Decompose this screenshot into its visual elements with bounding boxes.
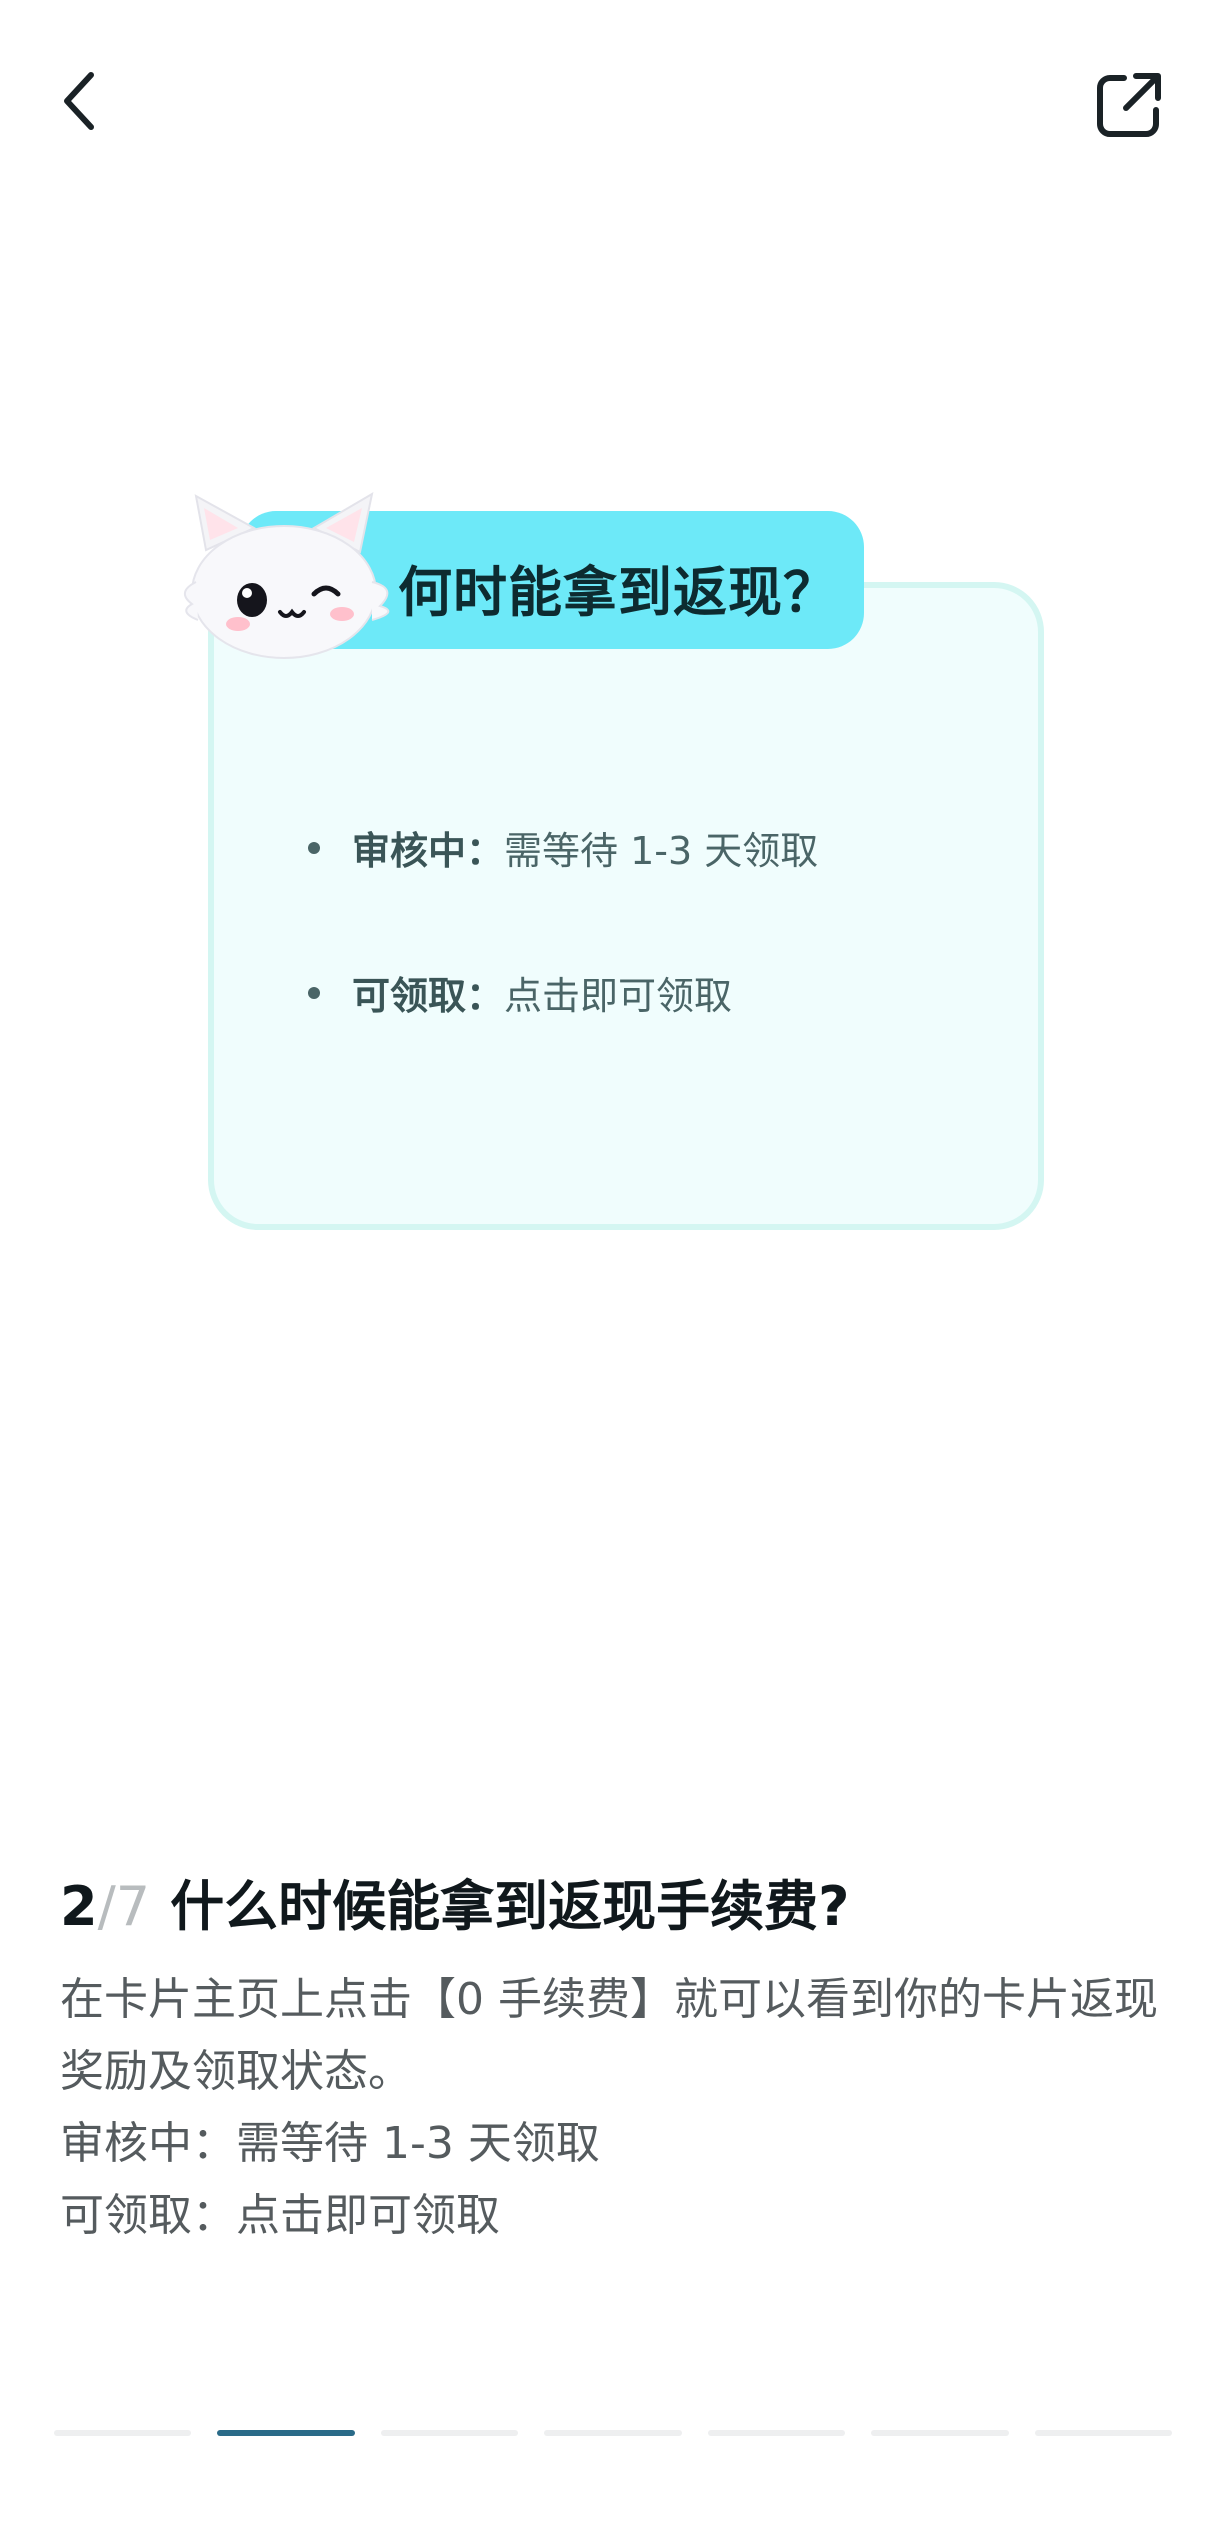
progress-segment[interactable] (544, 2430, 682, 2436)
step-total: /7 (97, 1875, 151, 1938)
description-line: 在卡片主页上点击【0 手续费】就可以看到你的卡片返现奖励及领取状态。 (60, 1974, 1158, 2097)
bullet-dot (308, 986, 320, 999)
description: 在卡片主页上点击【0 手续费】就可以看到你的卡片返现奖励及领取状态。 审核中：需… (60, 1964, 1170, 2252)
card-item-label: 可领取： (352, 974, 505, 1018)
progress-segment[interactable] (871, 2430, 1009, 2436)
description-line: 可领取：点击即可领取 (60, 2190, 500, 2241)
back-button[interactable] (44, 66, 114, 136)
progress-segment[interactable] (54, 2430, 192, 2436)
progress-indicator (54, 2430, 1172, 2438)
share-external-icon (1097, 73, 1161, 137)
card-item-label: 审核中： (352, 829, 505, 873)
step-heading: 2/7 什么时候能拿到返现手续费? (60, 1862, 849, 1941)
card-item-text: 需等待 1-3 天领取 (504, 829, 819, 873)
step-question: 什么时候能拿到返现手续费? (170, 1875, 850, 1938)
share-button[interactable] (1090, 66, 1168, 144)
card-item-text: 点击即可领取 (504, 974, 733, 1018)
card-item-reviewing: 审核中： 需等待 1-3 天领取 (308, 820, 818, 875)
progress-segment[interactable] (1034, 2430, 1172, 2436)
chevron-left-icon (64, 72, 94, 130)
cat-mascot-icon (176, 488, 402, 668)
info-card (208, 582, 1044, 1230)
progress-segment[interactable] (380, 2430, 519, 2436)
step-current: 2 (60, 1875, 98, 1938)
card-item-claimable: 可领取： 点击即可领取 (308, 965, 732, 1020)
bullet-dot (308, 841, 320, 854)
description-line: 审核中：需等待 1-3 天领取 (60, 2118, 600, 2169)
card-title: 何时能拿到返现？ (398, 561, 838, 624)
progress-segment-active[interactable] (217, 2430, 355, 2436)
progress-segment[interactable] (707, 2430, 846, 2436)
